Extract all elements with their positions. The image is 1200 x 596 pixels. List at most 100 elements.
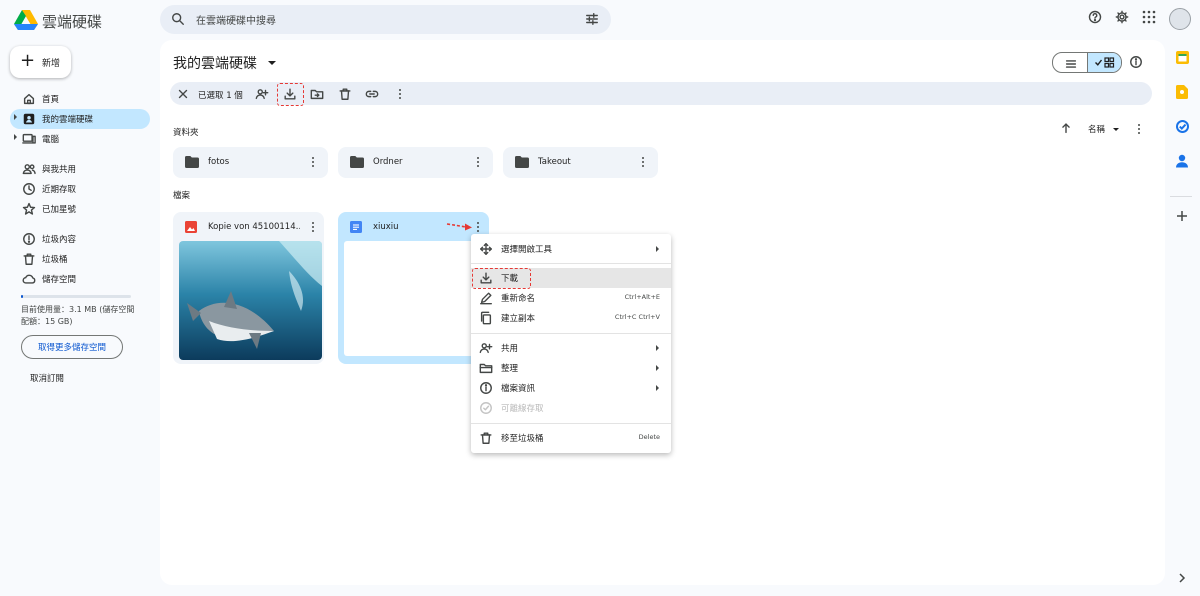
folder-card[interactable]: Ordner — [338, 147, 493, 178]
more-actions-icon[interactable] — [399, 89, 402, 101]
expand-arrow-icon[interactable] — [14, 114, 17, 120]
add-addon-icon[interactable] — [1176, 210, 1188, 222]
new-button[interactable]: + 新增 — [10, 46, 71, 78]
sort-dropdown-icon — [1112, 128, 1119, 131]
nav-item-storage[interactable]: 儲存空間 — [10, 269, 150, 289]
share-icon[interactable] — [255, 87, 269, 101]
star-icon — [22, 202, 36, 216]
my-drive-icon — [22, 112, 36, 126]
selection-count: 已選取 1 個 — [198, 91, 243, 101]
menu-item-rename[interactable]: 重新命名 Ctrl+Alt+E — [471, 288, 671, 308]
search-options-icon[interactable] — [585, 12, 599, 26]
keep-icon[interactable] — [1176, 85, 1188, 99]
delete-icon[interactable] — [338, 87, 352, 101]
menu-item-offline: 可離線存取 — [471, 398, 671, 418]
folder-more-icon[interactable] — [477, 157, 480, 169]
search-bar[interactable]: 在雲端硬碟中搜尋 — [160, 5, 611, 34]
nav-item-label: 垃圾內容 — [42, 235, 77, 245]
menu-item-label: 重新命名 — [501, 294, 536, 304]
offline-icon — [479, 401, 493, 415]
download-highlight-box — [277, 83, 304, 106]
menu-item-shortcut: Ctrl+Alt+E — [624, 293, 660, 301]
details-info-icon[interactable] — [1129, 55, 1143, 69]
file-more-icon[interactable] — [312, 222, 315, 234]
sort-by-name-button[interactable]: 名稱 — [1088, 123, 1119, 135]
search-input[interactable]: 在雲端硬碟中搜尋 — [196, 12, 276, 27]
nav-item-label: 與我共用 — [42, 165, 77, 175]
nav-item-label: 垃圾桶 — [42, 255, 68, 265]
file-card-selected[interactable]: xiuxiu — [338, 212, 489, 364]
menu-divider — [471, 333, 671, 334]
nav-item-spam[interactable]: 垃圾內容 — [10, 229, 150, 249]
tasks-icon[interactable] — [1176, 120, 1189, 133]
rail-divider — [1170, 196, 1192, 197]
nav-item-label: 首頁 — [42, 95, 60, 105]
grid-view-icon — [1094, 57, 1114, 68]
nav-item-shared-with-me[interactable]: 與我共用 — [10, 159, 150, 179]
menu-item-make-copy[interactable]: 建立副本 Ctrl+C Ctrl+V — [471, 308, 671, 328]
menu-item-open-with[interactable]: 選擇開啟工具 — [471, 239, 671, 259]
nav-item-my-drive[interactable]: 我的雲端硬碟 — [10, 109, 150, 129]
apps-grid-icon[interactable] — [1142, 10, 1156, 24]
search-icon[interactable] — [171, 12, 185, 26]
submenu-arrow-icon — [656, 246, 659, 252]
folder-card[interactable]: fotos — [173, 147, 328, 178]
folder-icon — [515, 156, 529, 168]
folder-name: fotos — [208, 157, 230, 167]
nav-item-starred[interactable]: 已加星號 — [10, 199, 150, 219]
clear-selection-icon[interactable] — [176, 87, 190, 101]
folder-name: Ordner — [373, 157, 403, 167]
sort-label: 名稱 — [1088, 125, 1106, 135]
nav-item-home[interactable]: 首頁 — [10, 89, 150, 109]
account-avatar[interactable] — [1169, 8, 1191, 30]
unsubscribe-link[interactable]: 取消訂閱 — [30, 372, 64, 384]
grid-view-button[interactable] — [1086, 53, 1121, 72]
settings-icon[interactable] — [1115, 10, 1129, 24]
menu-divider — [471, 423, 671, 424]
menu-divider — [471, 263, 671, 264]
open-with-icon — [479, 242, 493, 256]
expand-arrow-icon[interactable] — [14, 134, 17, 140]
nav-item-computers[interactable]: 電腦 — [10, 129, 150, 149]
storage-usage-text: 目前使用量：3.1 MB (儲存空間配額：15 GB) — [21, 305, 135, 326]
submenu-arrow-icon — [656, 365, 659, 371]
copy-link-icon[interactable] — [365, 87, 379, 101]
calendar-icon[interactable] — [1176, 51, 1189, 64]
context-menu: 選擇開啟工具 下載 重新命名 Ctrl+Alt+E 建立副本 Ctrl+C Ct… — [471, 234, 671, 453]
trash-icon — [22, 252, 36, 266]
trash-icon — [479, 431, 493, 445]
organize-icon — [479, 361, 493, 375]
drive-logo-icon[interactable] — [14, 9, 38, 31]
folder-more-icon[interactable] — [312, 157, 315, 169]
menu-item-share[interactable]: 共用 — [471, 338, 671, 358]
nav-item-trash[interactable]: 垃圾桶 — [10, 249, 150, 269]
folder-card[interactable]: Takeout — [503, 147, 658, 178]
list-view-button[interactable] — [1053, 53, 1087, 72]
menu-item-label: 選擇開啟工具 — [501, 245, 553, 255]
contacts-icon[interactable] — [1176, 154, 1188, 168]
get-more-storage-button[interactable]: 取得更多儲存空間 — [21, 335, 123, 359]
menu-item-organize[interactable]: 整理 — [471, 358, 671, 378]
view-toggle[interactable] — [1052, 52, 1122, 73]
file-card[interactable]: Kopie von 45100114… — [173, 212, 324, 364]
shared-icon — [22, 162, 36, 176]
help-icon[interactable] — [1088, 10, 1102, 24]
new-button-label: 新增 — [42, 59, 61, 69]
menu-item-move-to-trash[interactable]: 移至垃圾桶 Delete — [471, 428, 671, 448]
folder-more-icon[interactable] — [642, 157, 645, 169]
folder-view-more-icon[interactable] — [1138, 124, 1141, 136]
annotation-arrow-icon — [446, 220, 474, 234]
menu-item-label: 整理 — [501, 364, 519, 374]
move-to-folder-icon[interactable] — [310, 87, 324, 101]
nav-item-recent[interactable]: 近期存取 — [10, 179, 150, 199]
app-title[interactable]: 雲端硬碟 — [42, 11, 102, 32]
menu-item-file-info[interactable]: 檔案資訊 — [471, 378, 671, 398]
title-dropdown-icon[interactable] — [268, 61, 276, 65]
expand-panel-chevron-icon[interactable] — [1178, 573, 1186, 583]
image-file-icon — [185, 221, 197, 233]
file-more-icon[interactable] — [477, 222, 480, 234]
nav-item-label: 我的雲端硬碟 — [42, 115, 94, 125]
page-title[interactable]: 我的雲端硬碟 — [173, 53, 257, 73]
sort-direction-icon[interactable] — [1059, 121, 1073, 135]
submenu-arrow-icon — [656, 345, 659, 351]
